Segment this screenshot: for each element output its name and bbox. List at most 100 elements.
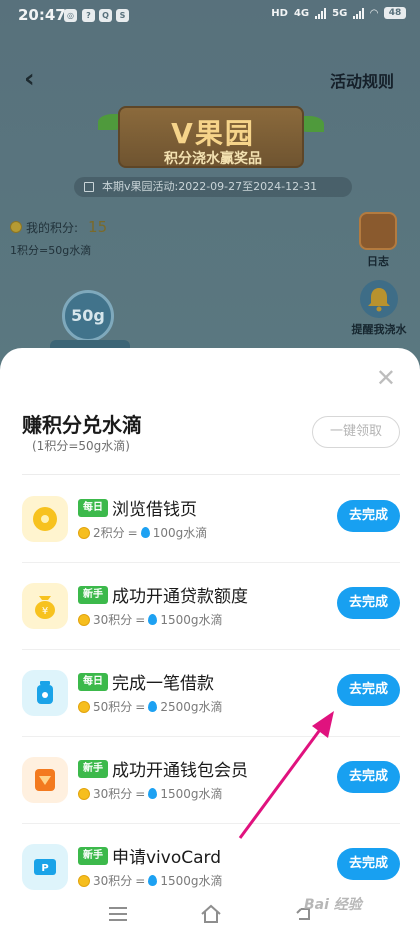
go-complete-button[interactable]: 去完成	[337, 761, 400, 793]
task-water: 1500g水滴	[160, 874, 223, 888]
remind-label: 提醒我浇水	[351, 323, 407, 336]
go-complete-button[interactable]: 去完成	[337, 500, 400, 532]
task-badge: 新手	[78, 760, 108, 778]
coin-icon	[22, 496, 68, 542]
task-title: 完成一笔借款	[112, 674, 214, 694]
task-reward: 30积分 = 1500g水滴	[78, 611, 223, 628]
task-badge: 新手	[78, 847, 108, 865]
task-points: 50积分	[93, 700, 133, 714]
go-complete-button[interactable]: 去完成	[337, 587, 400, 619]
menu-icon[interactable]	[109, 907, 127, 921]
go-complete-button[interactable]: 去完成	[337, 674, 400, 706]
sheet-subtitle: (1积分=50g水滴)	[32, 439, 130, 453]
drop-amount: 50g	[71, 306, 105, 325]
speaker-icon	[84, 182, 94, 192]
bell-icon	[360, 280, 398, 318]
watermark: Bai 经验	[304, 897, 362, 913]
wifi-icon: ◠	[370, 7, 378, 19]
task-reward: 50积分 = 2500g水滴	[78, 698, 223, 715]
log-button[interactable]: 日志	[354, 212, 402, 269]
network-5g-label: 5G	[332, 7, 348, 19]
water-drop-icon	[148, 788, 158, 799]
task-badge: 新手	[78, 586, 108, 604]
task-points: 2积分	[93, 526, 125, 540]
network-4g-label: 4G	[293, 7, 310, 19]
wooden-sign-board: V果园 积分浇水赢奖品	[118, 106, 304, 168]
coin-icon	[10, 221, 22, 233]
task-water: 1500g水滴	[160, 787, 223, 801]
back-arrow-icon[interactable]: ‹	[24, 64, 35, 94]
go-complete-button[interactable]: 去完成	[337, 848, 400, 880]
coin-icon	[78, 613, 90, 626]
equals-sign: =	[127, 525, 138, 540]
coin-icon	[78, 526, 90, 539]
task-badge: 每日	[78, 499, 108, 517]
coin-icon	[78, 700, 90, 713]
task-reward: 30积分 = 1500g水滴	[78, 872, 223, 889]
status-bar: 20:47 ◎ ? Q S HD 4G 5G ◠ 48	[0, 0, 420, 32]
earn-points-sheet: ✕ 赚积分兑水滴 (1积分=50g水滴) 一键领取 每日 浏览借钱页 2积分 =…	[0, 348, 420, 940]
vip-diamond-icon	[22, 757, 68, 803]
task-row: 每日 浏览借钱页 2积分 = 100g水滴 去完成	[0, 496, 420, 583]
points-value: 15	[88, 218, 108, 236]
task-reward: 30积分 = 1500g水滴	[78, 785, 223, 802]
task-row: ¥ 新手 成功开通贷款额度 30积分 = 1500g水滴 去完成	[0, 583, 420, 670]
orchard-title-sign: V果园 积分浇水赢奖品	[98, 106, 324, 168]
notification-app-icon: Q	[99, 9, 112, 22]
log-book-icon	[359, 212, 397, 250]
points-rate: 1积分=50g水滴	[10, 244, 92, 257]
task-badge: 每日	[78, 673, 108, 691]
status-indicators: HD 4G 5G ◠ 48	[271, 7, 406, 19]
close-icon[interactable]: ✕	[376, 366, 396, 390]
task-water: 100g水滴	[152, 526, 208, 540]
points-label: 我的积分:	[26, 220, 79, 235]
equals-sign: =	[135, 612, 146, 627]
hd-indicator: HD	[271, 7, 288, 19]
task-title: 成功开通贷款额度	[112, 587, 248, 607]
svg-text:P: P	[41, 863, 48, 874]
task-row: 新手 成功开通钱包会员 30积分 = 1500g水滴 去完成	[0, 757, 420, 844]
task-points: 30积分	[93, 613, 133, 627]
battery-icon: 48	[384, 7, 406, 19]
sheet-title: 赚积分兑水滴	[22, 413, 142, 437]
sign-subtitle: 积分浇水赢奖品	[164, 151, 262, 167]
task-points: 30积分	[93, 874, 133, 888]
notification-app-icon: ?	[82, 9, 95, 22]
divider	[22, 736, 400, 737]
water-drop-icon	[140, 527, 150, 538]
water-drop-icon	[148, 701, 158, 712]
task-title: 成功开通钱包会员	[112, 761, 248, 781]
activity-period-text: 本期v果园活动:2022-09-27至2024-12-31	[102, 180, 318, 193]
coin-icon	[78, 787, 90, 800]
home-icon[interactable]	[200, 904, 222, 928]
status-time: 20:47	[18, 6, 66, 24]
divider	[22, 649, 400, 650]
notification-app-icon: ◎	[64, 9, 77, 22]
task-water: 2500g水滴	[160, 700, 223, 714]
task-water: 1500g水滴	[160, 613, 223, 627]
divider	[22, 562, 400, 563]
jar-icon	[22, 670, 68, 716]
equals-sign: =	[135, 786, 146, 801]
task-row: 每日 完成一笔借款 50积分 = 2500g水滴 去完成	[0, 670, 420, 757]
money-bag-icon: ¥	[22, 583, 68, 629]
task-points: 30积分	[93, 787, 133, 801]
log-label: 日志	[367, 255, 389, 268]
signal-icon	[353, 7, 365, 19]
remind-watering-button[interactable]: 提醒我浇水	[348, 280, 410, 337]
divider	[22, 474, 400, 475]
notification-app-icon: S	[116, 9, 129, 22]
equals-sign: =	[135, 873, 146, 888]
task-title: 浏览借钱页	[112, 500, 197, 520]
coin-icon	[78, 874, 90, 887]
card-icon: P	[22, 844, 68, 890]
my-points-panel: 我的积分: 15 1积分=50g水滴	[10, 218, 107, 258]
claim-all-button[interactable]: 一键领取	[312, 416, 400, 448]
water-drop-button[interactable]: 50g	[62, 290, 114, 342]
sign-title: V果园	[171, 117, 255, 150]
activity-period-banner: 本期v果园活动:2022-09-27至2024-12-31	[74, 177, 352, 197]
divider	[22, 823, 400, 824]
water-drop-icon	[148, 875, 158, 886]
task-title: 申请vivoCard	[112, 848, 222, 868]
activity-rules-link[interactable]: 活动规则	[330, 68, 394, 92]
